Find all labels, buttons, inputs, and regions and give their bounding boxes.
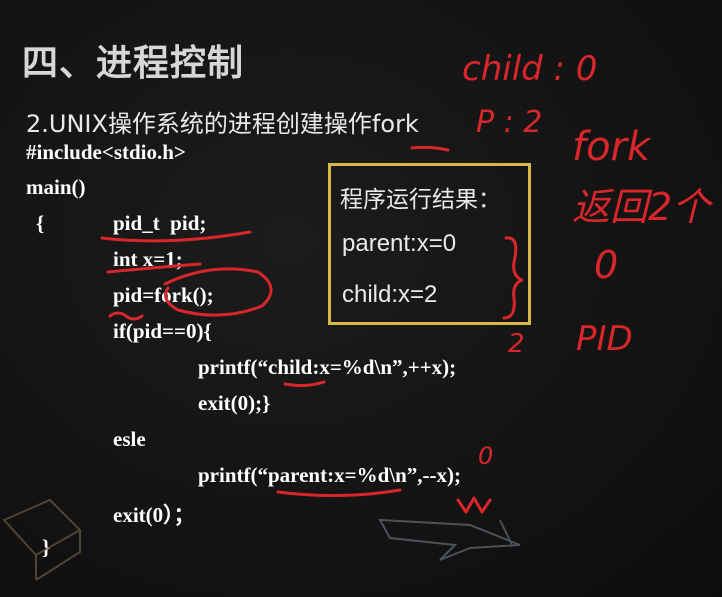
chalk-doodles: [2, 498, 521, 581]
airplane-doodle: [378, 518, 521, 561]
book-doodle: [2, 498, 82, 581]
